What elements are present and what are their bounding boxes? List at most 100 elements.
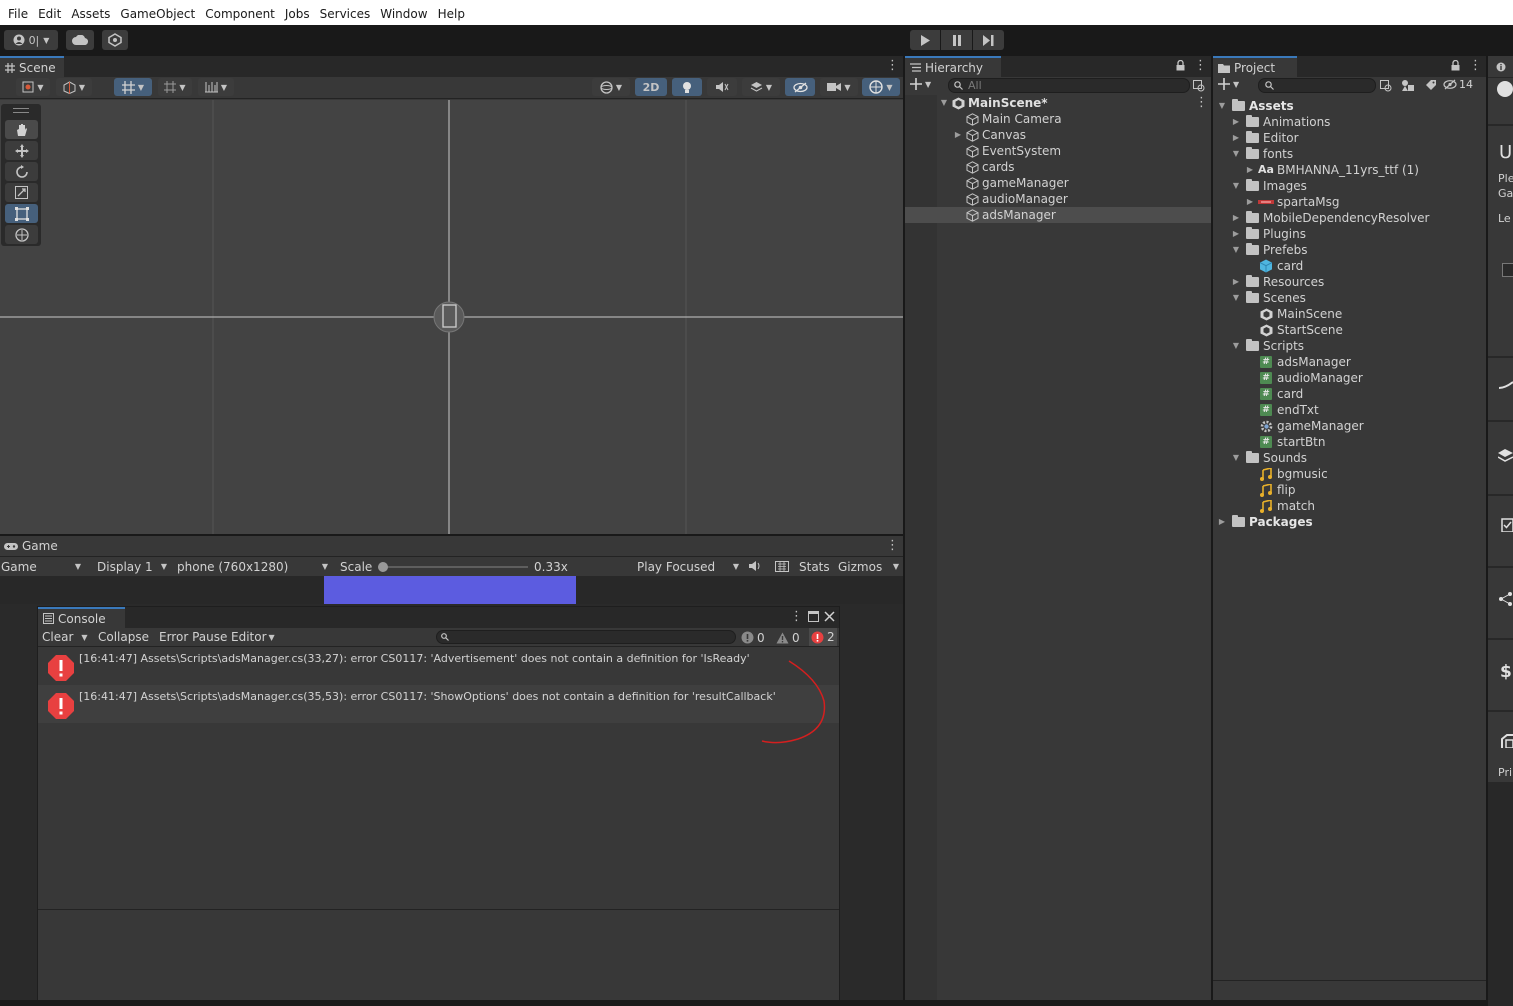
- service-card[interactable]: [1488, 358, 1513, 420]
- rotate-tool[interactable]: [5, 162, 38, 181]
- pause-button[interactable]: [941, 30, 972, 50]
- tag-icon[interactable]: [1425, 79, 1437, 91]
- collapse-arrow-icon[interactable]: ▼: [1231, 338, 1241, 354]
- collab-button[interactable]: [102, 30, 128, 50]
- expand-arrow-icon[interactable]: ▶: [953, 127, 963, 143]
- play-button[interactable]: [910, 30, 940, 50]
- error-filter-toggle[interactable]: 2: [809, 628, 837, 646]
- camera-dropdown[interactable]: ▼: [820, 78, 858, 96]
- editor-dropdown[interactable]: Editor ▼: [231, 630, 275, 644]
- expand-arrow-icon[interactable]: ▶: [1231, 210, 1241, 226]
- expand-arrow-icon[interactable]: ▶: [1231, 226, 1241, 242]
- scene-visibility-icon[interactable]: [1193, 80, 1205, 92]
- project-item[interactable]: # card: [1245, 386, 1303, 402]
- log-row[interactable]: [16:41:47] Assets\Scripts\adsManager.cs(…: [38, 685, 839, 723]
- project-item[interactable]: ▶ Plugins: [1231, 226, 1306, 242]
- collapse-arrow-icon[interactable]: ▼: [1231, 242, 1241, 258]
- visibility-toggle[interactable]: [785, 78, 815, 96]
- menu-services[interactable]: Services: [315, 0, 376, 25]
- resolution-dropdown[interactable]: phone (760x1280) ▼: [177, 557, 330, 576]
- project-item[interactable]: bgmusic: [1245, 466, 1328, 482]
- project-item[interactable]: ▶ spartaMsg: [1245, 194, 1340, 210]
- project-item[interactable]: # endTxt: [1245, 402, 1319, 418]
- service-card[interactable]: [1488, 568, 1513, 638]
- gizmos-dropdown[interactable]: ▼: [862, 78, 900, 96]
- maximize-icon[interactable]: [808, 611, 819, 622]
- account-button[interactable]: 0| ▼: [4, 30, 58, 50]
- hierarchy-item[interactable]: cards: [953, 159, 1015, 175]
- scale-slider[interactable]: [378, 562, 528, 572]
- project-item[interactable]: ▼ fonts: [1231, 146, 1293, 162]
- close-icon[interactable]: [824, 611, 835, 622]
- project-item[interactable]: MainScene: [1245, 306, 1342, 322]
- menu-file[interactable]: File: [3, 0, 33, 25]
- hand-tool[interactable]: [5, 120, 38, 139]
- cloud-button[interactable]: [66, 30, 94, 50]
- menu-component[interactable]: Component: [200, 0, 280, 25]
- menu-gameobject[interactable]: GameObject: [115, 0, 200, 25]
- service-card[interactable]: [1488, 422, 1513, 494]
- project-item[interactable]: gameManager: [1245, 418, 1364, 434]
- hierarchy-item-selected[interactable]: adsManager: [953, 207, 1056, 223]
- warning-filter-toggle[interactable]: 0: [776, 629, 806, 646]
- menu-jobs[interactable]: Jobs: [280, 0, 315, 25]
- hidden-packages-toggle[interactable]: 14: [1443, 78, 1473, 91]
- info-filter-toggle[interactable]: 0: [741, 629, 771, 646]
- mute-audio-button[interactable]: [748, 560, 762, 572]
- service-card[interactable]: $: [1488, 640, 1513, 710]
- project-item[interactable]: ▶ Resources: [1231, 274, 1324, 290]
- lighting-toggle[interactable]: [672, 78, 702, 96]
- lock-icon[interactable]: [1176, 60, 1185, 71]
- 2d-toggle[interactable]: 2D: [635, 78, 667, 96]
- gizmos-toggle[interactable]: Gizmos ▼: [838, 557, 901, 576]
- lock-icon[interactable]: [1451, 60, 1460, 71]
- console-search-input[interactable]: [436, 630, 736, 644]
- expand-arrow-icon[interactable]: ▶: [1231, 114, 1241, 130]
- project-item[interactable]: ▶ Packages: [1217, 514, 1313, 530]
- tab-game[interactable]: Game ⋮: [0, 536, 903, 556]
- audio-toggle[interactable]: [707, 78, 737, 96]
- palette-grip[interactable]: [13, 108, 29, 113]
- scene-viewport[interactable]: [0, 100, 903, 534]
- collapse-toggle[interactable]: Collapse: [98, 630, 149, 644]
- play-focused-dropdown[interactable]: Play Focused ▼: [637, 557, 741, 576]
- error-pause-toggle[interactable]: Error Pause: [159, 630, 227, 644]
- create-dropdown[interactable]: ▼: [910, 78, 931, 90]
- expand-arrow-icon[interactable]: ▶: [1245, 162, 1255, 178]
- orientation-dropdown[interactable]: ▼: [592, 78, 630, 96]
- inspector-field[interactable]: [1502, 263, 1513, 277]
- project-item[interactable]: ▼ Sounds: [1231, 450, 1307, 466]
- scene-kebab-icon[interactable]: ⋮: [886, 59, 899, 72]
- project-item[interactable]: ▼ Prefebs: [1231, 242, 1308, 258]
- project-item[interactable]: card: [1245, 258, 1303, 274]
- menu-window[interactable]: Window: [375, 0, 432, 25]
- scene-kebab-icon[interactable]: ⋮: [1195, 96, 1208, 109]
- stats-button[interactable]: Stats: [799, 560, 830, 574]
- tab-scene[interactable]: Scene: [0, 56, 64, 77]
- scene-root[interactable]: ▼ MainScene* ⋮: [939, 95, 1211, 111]
- project-item[interactable]: ▶ Animations: [1231, 114, 1330, 130]
- step-button[interactable]: [973, 30, 1004, 50]
- hierarchy-item[interactable]: ▶ Canvas: [953, 127, 1026, 143]
- collapse-arrow-icon[interactable]: ▼: [1231, 146, 1241, 162]
- project-item[interactable]: ▼ Assets: [1217, 98, 1294, 114]
- game-mode-dropdown[interactable]: Game ▼: [1, 557, 85, 576]
- rect-tool[interactable]: [5, 204, 38, 223]
- tab-inspector[interactable]: [1488, 56, 1513, 77]
- menu-help[interactable]: Help: [433, 0, 470, 25]
- scale-slider-knob[interactable]: [378, 562, 388, 572]
- project-item[interactable]: # audioManager: [1245, 370, 1363, 386]
- game-kebab-icon[interactable]: ⋮: [886, 539, 899, 552]
- project-item[interactable]: ▶ MobileDependencyResolver: [1231, 210, 1429, 226]
- project-item[interactable]: flip: [1245, 482, 1296, 498]
- expand-arrow-icon[interactable]: ▶: [1245, 194, 1255, 210]
- hierarchy-item[interactable]: Main Camera: [953, 111, 1062, 127]
- menu-edit[interactable]: Edit: [33, 0, 66, 25]
- hierarchy-search-input[interactable]: All: [948, 78, 1190, 93]
- project-item[interactable]: ▼ Scripts: [1231, 338, 1304, 354]
- collapse-arrow-icon[interactable]: ▼: [1231, 290, 1241, 306]
- log-row[interactable]: [16:41:47] Assets\Scripts\adsManager.cs(…: [38, 647, 839, 685]
- scale-tool[interactable]: [5, 183, 38, 202]
- tab-hierarchy[interactable]: Hierarchy: [905, 56, 1001, 77]
- console-kebab-icon[interactable]: ⋮: [790, 610, 803, 623]
